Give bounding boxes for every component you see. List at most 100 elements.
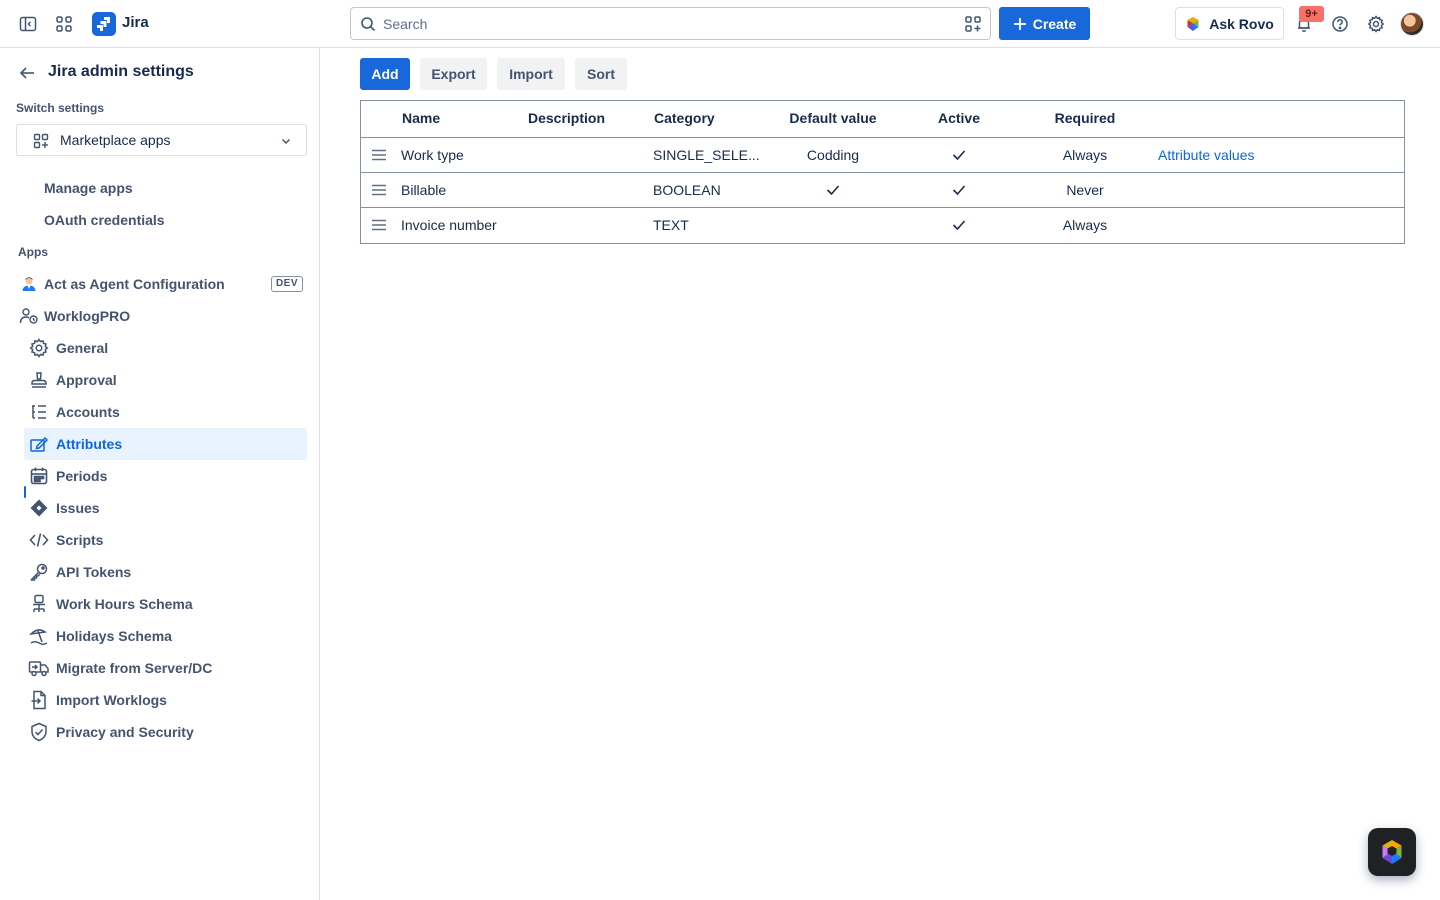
export-button[interactable]: Export: [420, 58, 487, 90]
apps-grid-icon: [33, 133, 49, 152]
search-icon: [360, 16, 376, 35]
sidebar-item-manage-apps[interactable]: Manage apps: [24, 172, 307, 204]
sidebar-item-approval[interactable]: Approval: [24, 364, 307, 396]
sidebar-app-worklogpro[interactable]: WorklogPRO: [16, 300, 307, 332]
switch-settings-value: Marketplace apps: [60, 132, 171, 148]
sidebar-item-label: Approval: [56, 372, 117, 388]
sidebar-item-issues[interactable]: Issues: [24, 492, 307, 524]
jira-logo-icon[interactable]: [92, 12, 116, 36]
cell-name: Invoice number: [401, 217, 497, 233]
people-icon: [18, 305, 40, 327]
sidebar-item-label: Periods: [56, 468, 108, 484]
admin-sidebar: Jira admin settings Switch settings Mark…: [0, 48, 320, 900]
sidebar-item-label: Holidays Schema: [56, 628, 172, 644]
settings-gear-icon[interactable]: [1364, 12, 1388, 36]
sidebar-item-oauth-credentials[interactable]: OAuth credentials: [24, 204, 307, 236]
column-header-description[interactable]: Description: [528, 110, 605, 126]
gear-icon: [28, 337, 50, 359]
table-row[interactable]: Invoice number TEXT Always: [361, 208, 1404, 243]
sidebar-item-api-tokens[interactable]: API Tokens: [24, 556, 307, 588]
sidebar-item-accounts[interactable]: Accounts: [24, 396, 307, 428]
plus-icon: [1013, 17, 1026, 30]
app-name[interactable]: Jira: [122, 14, 149, 31]
sidebar-item-label: Privacy and Security: [56, 724, 194, 740]
default-value-check-icon: [826, 183, 840, 197]
drag-handle-icon[interactable]: [371, 182, 387, 198]
active-check-icon: [952, 218, 966, 232]
column-header-active[interactable]: Active: [938, 110, 980, 126]
shield-icon: [28, 721, 50, 743]
rovo-icon: [1382, 840, 1402, 864]
drag-handle-icon[interactable]: [371, 147, 387, 163]
table-row[interactable]: Billable BOOLEAN Never: [361, 173, 1404, 208]
create-button[interactable]: Create: [999, 7, 1090, 40]
attribute-values-link[interactable]: Attribute values: [1158, 147, 1255, 163]
sidebar-item-label: OAuth credentials: [44, 212, 165, 228]
rovo-icon: [1187, 16, 1199, 31]
rovo-chat-button[interactable]: [1368, 828, 1416, 876]
table-row[interactable]: Work type SINGLE_SELE... Codding Always …: [361, 138, 1404, 173]
cell-required: Always: [1062, 217, 1108, 233]
dev-badge: DEV: [270, 276, 303, 292]
sidebar-item-label: Work Hours Schema: [56, 596, 193, 612]
sidebar-item-migrate-from-server-dc[interactable]: Migrate from Server/DC: [24, 652, 307, 684]
truck-icon: [28, 657, 50, 679]
sort-button[interactable]: Sort: [575, 58, 627, 90]
diamond-icon: [28, 497, 50, 519]
help-icon[interactable]: [1328, 12, 1352, 36]
cell-category: BOOLEAN: [653, 182, 721, 198]
sidebar-app-label: WorklogPRO: [44, 308, 131, 324]
sidebar-item-holidays-schema[interactable]: Holidays Schema: [24, 620, 307, 652]
user-avatar[interactable]: [1400, 12, 1424, 36]
office-chair-icon: [28, 593, 50, 615]
column-header-category[interactable]: Category: [654, 110, 715, 126]
sidebar-item-import-worklogs[interactable]: Import Worklogs: [24, 684, 307, 716]
sidebar-item-label: Manage apps: [44, 180, 133, 196]
add-button[interactable]: Add: [360, 58, 410, 90]
apps-section-label: Apps: [18, 245, 48, 259]
drag-handle-icon[interactable]: [371, 217, 387, 233]
cell-required: Always: [1062, 147, 1108, 163]
table-header: Name Description Category Default value …: [361, 101, 1404, 138]
key-icon: [28, 561, 50, 583]
column-header-required[interactable]: Required: [1055, 110, 1116, 126]
sidebar-item-attributes[interactable]: Attributes: [24, 428, 307, 460]
sidebar-item-privacy-and-security[interactable]: Privacy and Security: [24, 716, 307, 748]
sidebar-item-periods[interactable]: Periods: [24, 460, 307, 492]
import-button[interactable]: Import: [497, 58, 565, 90]
sidebar-item-label: API Tokens: [56, 564, 132, 580]
sidebar-item-label: Import Worklogs: [56, 692, 167, 708]
back-arrow-icon[interactable]: [18, 64, 36, 85]
switch-settings-dropdown[interactable]: Marketplace apps: [16, 124, 307, 156]
sidebar-toggle-icon[interactable]: [16, 12, 40, 36]
sidebar-item-work-hours-schema[interactable]: Work Hours Schema: [24, 588, 307, 620]
switch-settings-label: Switch settings: [16, 101, 105, 115]
sidebar-item-scripts[interactable]: Scripts: [24, 524, 307, 556]
active-check-icon: [952, 183, 966, 197]
search-filter-icon[interactable]: [964, 15, 982, 36]
code-icon: [28, 529, 50, 551]
ask-rovo-label: Ask Rovo: [1209, 15, 1274, 32]
cell-required: Never: [1066, 182, 1104, 198]
calendar-icon: [28, 465, 50, 487]
beach-icon: [28, 625, 50, 647]
active-check-icon: [952, 148, 966, 162]
top-navigation-bar: Jira Create Ask Rovo 9+: [0, 0, 1440, 48]
stamp-icon: [28, 369, 50, 391]
attributes-table: Name Description Category Default value …: [360, 100, 1405, 244]
sidebar-item-label: Issues: [56, 500, 100, 516]
sidebar-item-label: Scripts: [56, 532, 104, 548]
sidebar-app-act-as-agent[interactable]: Act as Agent Configuration DEV: [16, 268, 307, 300]
sidebar-title: Jira admin settings: [48, 63, 194, 80]
app-switcher-icon[interactable]: [52, 12, 76, 36]
cell-default-value: Codding: [806, 147, 860, 163]
sidebar-item-label: General: [56, 340, 109, 356]
ask-rovo-button[interactable]: Ask Rovo: [1175, 7, 1284, 40]
sidebar-item-general[interactable]: General: [24, 332, 307, 364]
column-header-default-value[interactable]: Default value: [789, 110, 876, 126]
search-input[interactable]: [383, 14, 943, 34]
chevron-down-icon: [280, 134, 292, 150]
sidebar-item-label: Migrate from Server/DC: [56, 660, 213, 676]
search-bar[interactable]: [350, 7, 991, 40]
column-header-name[interactable]: Name: [402, 110, 440, 126]
